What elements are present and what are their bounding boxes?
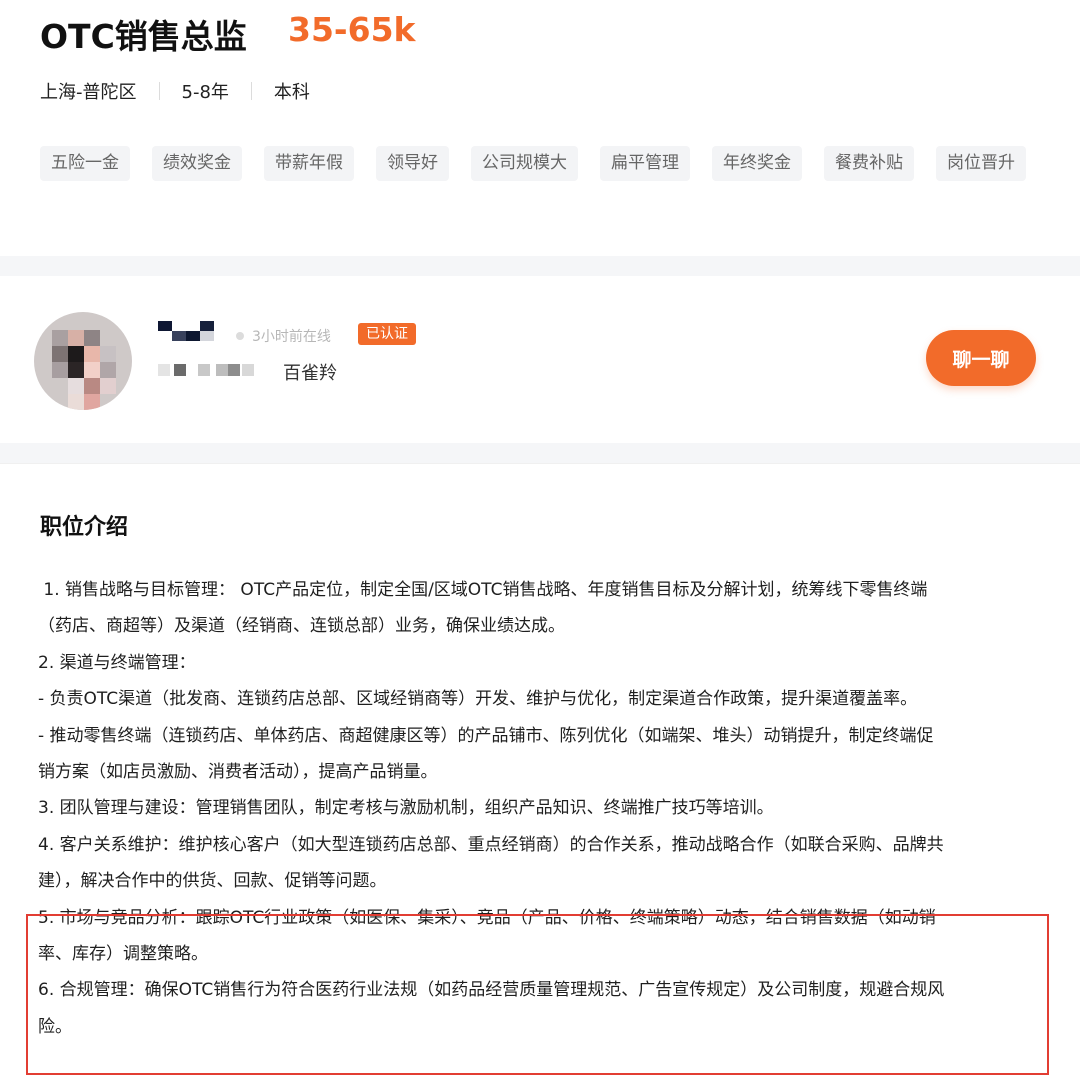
online-status: 3小时前在线 (236, 326, 331, 346)
divider (250, 82, 252, 100)
benefit-tag: 带薪年假 (264, 146, 354, 181)
description-line: 建），解决合作中的供货、回款、促销等问题。 (38, 871, 387, 892)
description-line: 2. 渠道与终端管理： (38, 652, 196, 673)
section-gap (0, 443, 1080, 463)
description-line: 4. 客户关系维护：维护核心客户（如大型连锁药店总部、重点经销商）的合作关系，推… (38, 834, 944, 855)
description-line: - 推动零售终端（连锁药店、单体药店、商超健康区等）的产品铺市、陈列优化（如端架… (38, 725, 934, 746)
benefit-tags: 五险一金 绩效奖金 带薪年假 领导好 公司规模大 扁平管理 年终奖金 餐费补贴 … (40, 146, 1040, 181)
status-dot-icon (236, 332, 244, 340)
description-line: 3. 团队管理与建设：管理销售团队，制定考核与激励机制，组织产品知识、终端推广技… (38, 798, 774, 819)
job-title: OTC销售总监 (40, 17, 247, 56)
job-description: 职位介绍 1. 销售战略与目标管理： OTC产品定位，制定全国/区域OTC销售战… (0, 463, 1080, 1075)
benefit-tag: 餐费补贴 (824, 146, 914, 181)
description-line: （药店、商超等）及渠道（经销商、连锁总部）业务，确保业绩达成。 (38, 616, 565, 637)
chat-button[interactable]: 聊一聊 (926, 330, 1036, 386)
recruiter-card: 3小时前在线 已认证 百雀羚 聊一聊 (0, 276, 1080, 443)
benefit-tag: 绩效奖金 (152, 146, 242, 181)
benefit-tag: 扁平管理 (600, 146, 690, 181)
section-gap (0, 256, 1080, 276)
company-mosaic (158, 364, 254, 376)
avatar[interactable] (34, 312, 132, 410)
description-line: 销方案（如店员激励、消费者活动），提高产品销量。 (38, 762, 438, 783)
job-meta: 上海-普陀区 5-8年 本科 (40, 78, 310, 104)
section-title: 职位介绍 (40, 515, 129, 540)
education: 本科 (273, 82, 310, 103)
salary-range: 35-65k (288, 10, 416, 49)
benefit-tag: 五险一金 (40, 146, 130, 181)
experience: 5-8年 (181, 82, 229, 103)
description-line: 1. 销售战略与目标管理： OTC产品定位，制定全国/区域OTC销售战略、年度销… (38, 580, 928, 600)
benefit-tag: 年终奖金 (712, 146, 802, 181)
highlight-box (26, 914, 1049, 1075)
divider (158, 82, 160, 100)
job-header: OTC销售总监 35-65k 上海-普陀区 5-8年 本科 五险一金 绩效奖金 … (0, 0, 1080, 256)
name-mosaic (158, 321, 214, 341)
verified-badge: 已认证 (358, 323, 416, 345)
benefit-tag: 岗位晋升 (936, 146, 1026, 181)
description-line: - 负责OTC渠道（批发商、连锁药店总部、区域经销商等）开发、维护与优化，制定渠… (38, 689, 918, 710)
benefit-tag: 领导好 (376, 146, 449, 181)
location: 上海-普陀区 (40, 82, 137, 103)
online-status-text: 3小时前在线 (252, 329, 331, 345)
benefit-tag: 公司规模大 (471, 146, 578, 181)
company-name: 百雀羚 (283, 363, 337, 384)
